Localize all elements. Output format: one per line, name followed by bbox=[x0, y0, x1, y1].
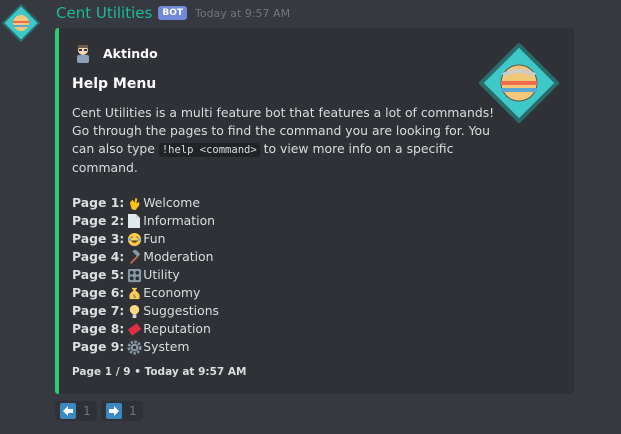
page-list: Page 1: Welcome Page 2: Information Page… bbox=[72, 194, 219, 356]
control-knobs-icon bbox=[126, 267, 142, 283]
hammer-icon bbox=[126, 249, 142, 265]
page-name: System bbox=[143, 339, 190, 354]
page-name: Welcome bbox=[143, 195, 200, 210]
page-item-suggestions: Page 7: Suggestions bbox=[72, 302, 219, 320]
ticket-icon bbox=[126, 321, 142, 337]
author-name: Aktindo bbox=[103, 45, 158, 61]
page-name: Reputation bbox=[143, 321, 211, 336]
gear-icon bbox=[126, 339, 142, 355]
author-avatar-icon bbox=[77, 45, 89, 63]
page-item-welcome: Page 1: Welcome bbox=[72, 194, 219, 212]
page-item-moderation: Page 4: Moderation bbox=[72, 248, 219, 266]
page-label: Page 7: bbox=[72, 303, 125, 318]
page-item-utility: Page 5: Utility bbox=[72, 266, 219, 284]
money-bag-icon: $ bbox=[126, 285, 142, 301]
page-label: Page 2: bbox=[72, 213, 125, 228]
page-label: Page 1: bbox=[72, 195, 125, 210]
reaction-bar: 1 1 bbox=[55, 401, 143, 421]
embed-description: Cent Utilities is a multi feature bot th… bbox=[72, 104, 495, 177]
username[interactable]: Cent Utilities bbox=[56, 4, 152, 22]
page-name: Economy bbox=[143, 285, 201, 300]
laughing-face-icon bbox=[126, 231, 142, 247]
description-line: Cent Utilities is a multi feature bot th… bbox=[72, 105, 495, 120]
inline-code: !help <command> bbox=[158, 143, 260, 157]
page-name: Moderation bbox=[143, 249, 214, 264]
bot-avatar[interactable] bbox=[2, 4, 40, 42]
description-line: can also type !help <command> to view mo… bbox=[72, 140, 472, 159]
reaction-count: 1 bbox=[83, 404, 91, 418]
description-line: Go through the pages to find the command… bbox=[72, 123, 490, 138]
page-item-reputation: Page 8: Reputation bbox=[72, 320, 219, 338]
embed-footer: Page 1 / 9 • Today at 9:57 AM bbox=[72, 366, 247, 378]
help-embed: Aktindo Help Menu Cent Utilities is a mu… bbox=[55, 28, 574, 394]
page-label: Page 9: bbox=[72, 339, 125, 354]
page-label: Page 8: bbox=[72, 321, 125, 336]
page-name: Fun bbox=[143, 231, 166, 246]
embed-accent-bar bbox=[55, 28, 59, 394]
bot-tag: BOT bbox=[158, 6, 187, 20]
left-arrow-icon bbox=[60, 403, 76, 419]
reaction-previous[interactable]: 1 bbox=[55, 401, 97, 421]
page-icon bbox=[126, 213, 142, 229]
right-arrow-icon bbox=[106, 403, 122, 419]
reaction-next[interactable]: 1 bbox=[101, 401, 143, 421]
page-label: Page 6: bbox=[72, 285, 125, 300]
page-label: Page 4: bbox=[72, 249, 125, 264]
page-name: Utility bbox=[143, 267, 180, 282]
description-line: command. bbox=[72, 160, 138, 175]
page-name: Information bbox=[143, 213, 216, 228]
page-item-economy: Page 6: $ Economy bbox=[72, 284, 219, 302]
message-header: Cent Utilities BOT Today at 9:57 AM bbox=[56, 2, 290, 24]
embed-title: Help Menu bbox=[72, 76, 157, 92]
waving-hand-icon bbox=[126, 195, 142, 211]
page-name: Suggestions bbox=[143, 303, 219, 318]
reaction-count: 1 bbox=[129, 404, 137, 418]
page-item-information: Page 2: Information bbox=[72, 212, 219, 230]
description-text: to view more info on a specific bbox=[263, 141, 454, 156]
page-item-fun: Page 3: Fun bbox=[72, 230, 219, 248]
page-item-system: Page 9: System bbox=[72, 338, 219, 356]
svg-text:$: $ bbox=[132, 294, 136, 300]
page-label: Page 3: bbox=[72, 231, 125, 246]
page-label: Page 5: bbox=[72, 267, 125, 282]
timestamp: Today at 9:57 AM bbox=[194, 6, 291, 20]
light-bulb-icon bbox=[126, 303, 142, 319]
description-text: can also type bbox=[72, 141, 155, 156]
embed-author: Aktindo bbox=[72, 42, 158, 64]
